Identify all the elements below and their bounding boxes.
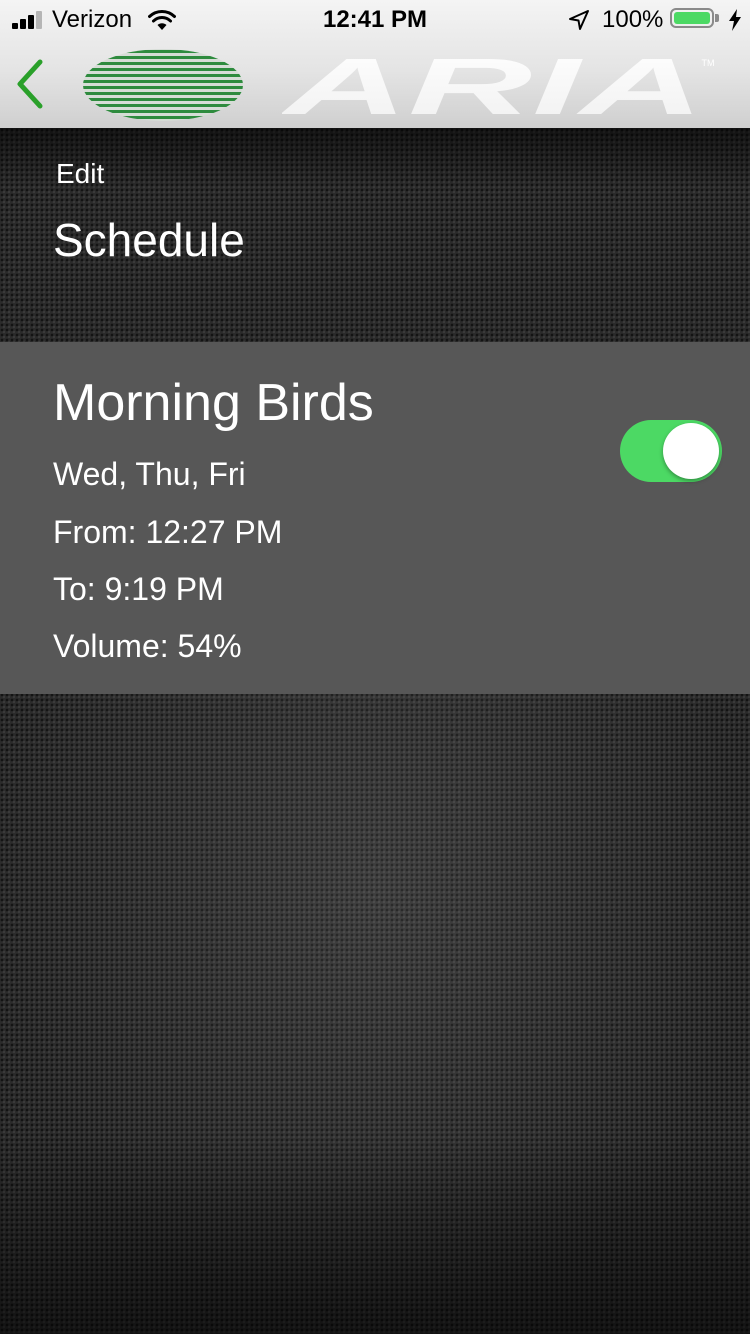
- battery-icon: [670, 8, 722, 32]
- battery-fill: [674, 12, 710, 24]
- battery-percent: 100%: [602, 6, 664, 33]
- back-button[interactable]: [10, 56, 54, 112]
- aria-wordmark-logo: ARIA TM: [282, 54, 715, 118]
- top-bar: Verizon 12:41 PM 100% ARIA TM: [0, 0, 750, 128]
- schedule-end-time: To: 9:19 PM: [53, 571, 224, 607]
- chevron-left-icon: [17, 59, 43, 109]
- page-title: Schedule: [53, 214, 245, 266]
- background-bottom-shade: [0, 1134, 750, 1334]
- schedule-name: Morning Birds: [53, 374, 374, 432]
- schedule-start-time: From: 12:27 PM: [53, 514, 283, 550]
- status-bar: Verizon 12:41 PM 100%: [0, 0, 750, 40]
- schedule-enabled-toggle[interactable]: [620, 420, 722, 482]
- background-top-shade: [0, 128, 750, 188]
- screen: Verizon 12:41 PM 100% ARIA TM Edit Sched…: [0, 0, 750, 1334]
- location-arrow-icon: [569, 10, 589, 30]
- schedule-days: Wed, Thu, Fri: [53, 456, 246, 492]
- schedule-item[interactable]: Morning Birds Wed, Thu, Fri From: 12:27 …: [0, 342, 750, 694]
- edit-button[interactable]: Edit: [56, 156, 104, 192]
- schedule-volume: Volume: 54%: [53, 628, 242, 664]
- logo-text: ARIA: [282, 54, 704, 118]
- aria-emblem-logo: [83, 49, 243, 121]
- toggle-knob: [663, 423, 719, 479]
- charging-bolt-icon: [729, 9, 741, 31]
- navigation-bar: ARIA TM: [0, 40, 750, 128]
- logo-trademark: TM: [702, 58, 715, 68]
